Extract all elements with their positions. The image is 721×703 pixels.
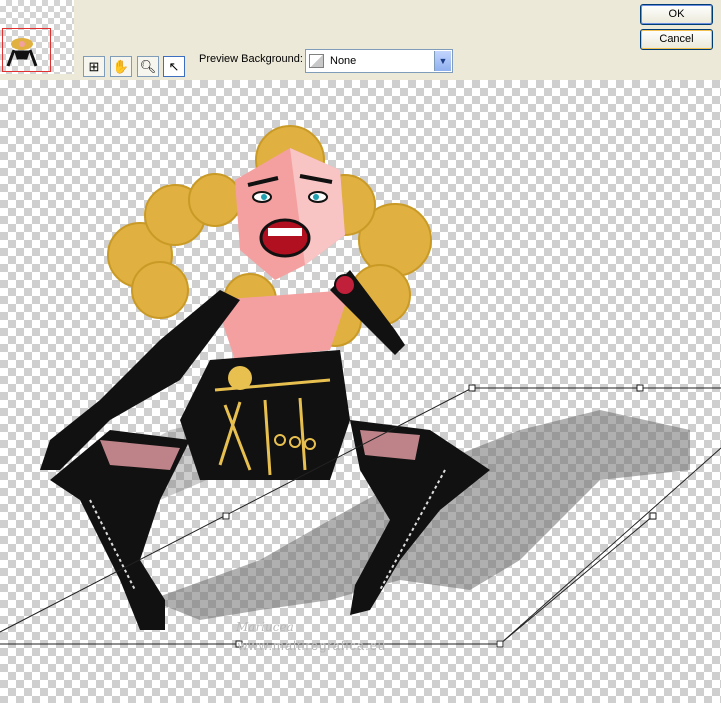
ok-button[interactable]: OK <box>640 4 713 25</box>
zoom-fit-icon[interactable]: ⊞ <box>83 56 105 77</box>
artwork-layer <box>0 125 721 648</box>
pointer-arrow-icon[interactable]: ↖ <box>163 56 185 77</box>
toolbar: ⊞ ✋ 🔍︎ ↖ Preview Background: None ▼ OK C… <box>0 0 721 80</box>
watermark-signature: Mariucea <box>236 620 294 634</box>
zoom-icon[interactable]: 🔍︎ <box>137 56 159 77</box>
watermark-text: www.maltiregrafica.eu <box>238 638 387 653</box>
thumbnail-view-frame[interactable] <box>2 28 51 72</box>
preview-background-label: Preview Background: <box>199 53 303 65</box>
preview-thumbnail[interactable] <box>0 0 74 74</box>
background-swatch-icon <box>309 54 324 68</box>
pan-hand-icon[interactable]: ✋ <box>110 56 132 77</box>
mouth <box>259 218 311 258</box>
chevron-down-icon[interactable]: ▼ <box>434 51 451 71</box>
microphone <box>334 274 356 296</box>
cancel-button[interactable]: Cancel <box>640 29 713 50</box>
preview-background-select[interactable]: None ▼ <box>305 49 453 73</box>
preview-background-value: None <box>330 55 357 67</box>
preview-canvas[interactable]: Mariucea www.maltiregrafica.eu <box>0 80 721 703</box>
